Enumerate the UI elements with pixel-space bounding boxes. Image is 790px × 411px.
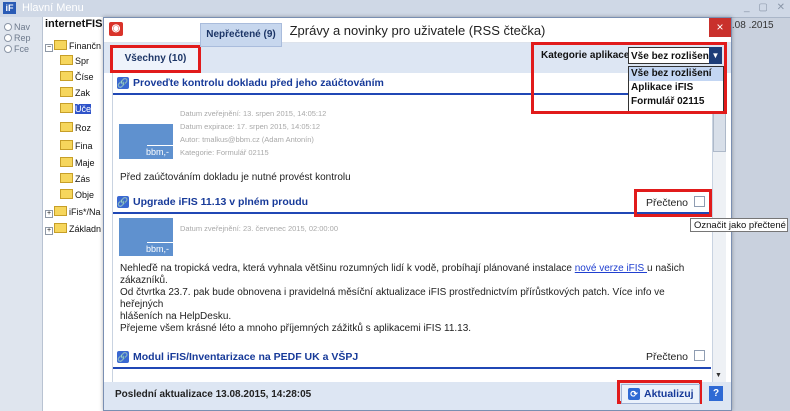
mark-read-tooltip: Označit jako přečtené: [690, 218, 788, 232]
folder-icon: [54, 223, 67, 233]
rss-reader-dialog: ◉ Zprávy a novinky pro uživatele (RSS čt…: [103, 17, 732, 411]
category-highlight: [531, 42, 727, 114]
tree-node[interactable]: Zak: [60, 87, 90, 98]
folder-icon: [60, 71, 73, 81]
read-checkbox: [694, 350, 706, 361]
tree-title: internetFIS: [45, 18, 103, 30]
news-body: Před zaúčtováním dokladu je nutné provés…: [120, 172, 351, 183]
news-meta: Datum zveřejnění: 13. srpen 2015, 14:05:…: [180, 109, 327, 118]
link-icon: 🔗: [117, 77, 129, 89]
folder-icon: [54, 40, 67, 50]
tab-all[interactable]: Všechny (10): [110, 45, 201, 73]
folder-icon: [60, 189, 73, 199]
mark-read-toggle[interactable]: Přečteno: [646, 350, 706, 363]
news-feed: 🔗 Proveďte kontrolu dokladu před jeho za…: [112, 73, 711, 383]
close-button[interactable]: ×: [709, 18, 731, 37]
news-body: Přejeme všem krásné léto a mnoho příjemn…: [120, 323, 472, 334]
new-version-link[interactable]: nové verze iFIS: [575, 263, 647, 274]
tree-node[interactable]: Fina: [60, 140, 93, 151]
folder-icon: [60, 122, 73, 132]
folder-icon: [60, 140, 73, 150]
folder-icon: [60, 157, 73, 167]
tab-unread[interactable]: Nepřečtené (9): [200, 23, 282, 47]
tree-node[interactable]: Maje: [60, 157, 95, 168]
radio-nav[interactable]: Nav: [4, 22, 30, 32]
news-title[interactable]: Modul iFIS/Inventarizace na PEDF UK a VŠ…: [133, 351, 358, 363]
tree-node-selected[interactable]: Úče: [60, 103, 92, 114]
news-meta: Autor: tmalkus@bbm.cz (Adam Antonín): [180, 135, 314, 144]
folder-icon: [60, 173, 73, 183]
tree-node[interactable]: − Finančn: [45, 40, 101, 52]
news-thumbnail: bbm,-: [119, 218, 173, 256]
news-item-header[interactable]: 🔗 Upgrade iFIS 11.13 v plném proudu: [113, 192, 711, 214]
tree-node[interactable]: Zás: [60, 173, 90, 184]
tree-node[interactable]: Čísе: [60, 71, 94, 82]
folder-icon: [60, 55, 73, 65]
folder-icon: [60, 87, 73, 97]
link-icon: 🔗: [117, 196, 129, 208]
news-meta: Datum expirace: 17. srpen 2015, 14:05:12: [180, 122, 321, 131]
radio-rep[interactable]: Rep: [4, 33, 31, 43]
folder-icon: [54, 206, 67, 216]
news-thumbnail: bbm,-: [119, 124, 173, 159]
app-logo-icon: iF: [3, 2, 16, 14]
tree-node[interactable]: + Základn: [45, 223, 101, 235]
news-meta: Datum zveřejnění: 23. červenec 2015, 02:…: [180, 224, 339, 233]
news-title[interactable]: Upgrade iFIS 11.13 v plném proudu: [133, 196, 308, 208]
news-title[interactable]: Proveďte kontrolu dokladu před jeho zaúč…: [133, 77, 384, 89]
help-button[interactable]: ?: [709, 386, 723, 401]
main-window-titlebar: [0, 0, 790, 18]
news-meta: Kategorie: Formulář 02115: [180, 148, 269, 157]
dialog-title: Zprávy a novinky pro uživatele (RSS čteč…: [289, 23, 546, 38]
mode-panel: [0, 17, 43, 411]
tree-node[interactable]: Spr: [60, 55, 89, 66]
tree-node[interactable]: + iFis*/Na: [45, 206, 101, 218]
last-update-text: Poslední aktualizace 13.08.2015, 14:28:0…: [115, 389, 312, 400]
scroll-down-icon[interactable]: ▼: [713, 372, 724, 382]
refresh-icon: ⟳: [628, 388, 640, 400]
tree-node[interactable]: Obje: [60, 189, 94, 200]
news-item-header[interactable]: 🔗 Modul iFIS/Inventarizace na PEDF UK a …: [113, 347, 711, 369]
folder-icon: [60, 103, 73, 113]
tree-node[interactable]: Roz: [60, 122, 91, 133]
news-body: Od čtvrtka 23.7. pak bude obnovena i pra…: [120, 287, 665, 322]
read-checkbox: [694, 196, 706, 207]
refresh-button[interactable]: ⟳ Aktualizuj: [621, 384, 700, 404]
link-icon: 🔗: [117, 351, 129, 363]
window-controls[interactable]: _ ▢ ✕: [744, 2, 788, 13]
mark-read-toggle[interactable]: Přečteno: [646, 196, 706, 209]
main-window-title: Hlavní Menu: [22, 2, 84, 14]
news-body: Nehleďě na tropická vedra, která vyhnala…: [120, 263, 685, 286]
radio-fce[interactable]: Fce: [4, 44, 29, 54]
